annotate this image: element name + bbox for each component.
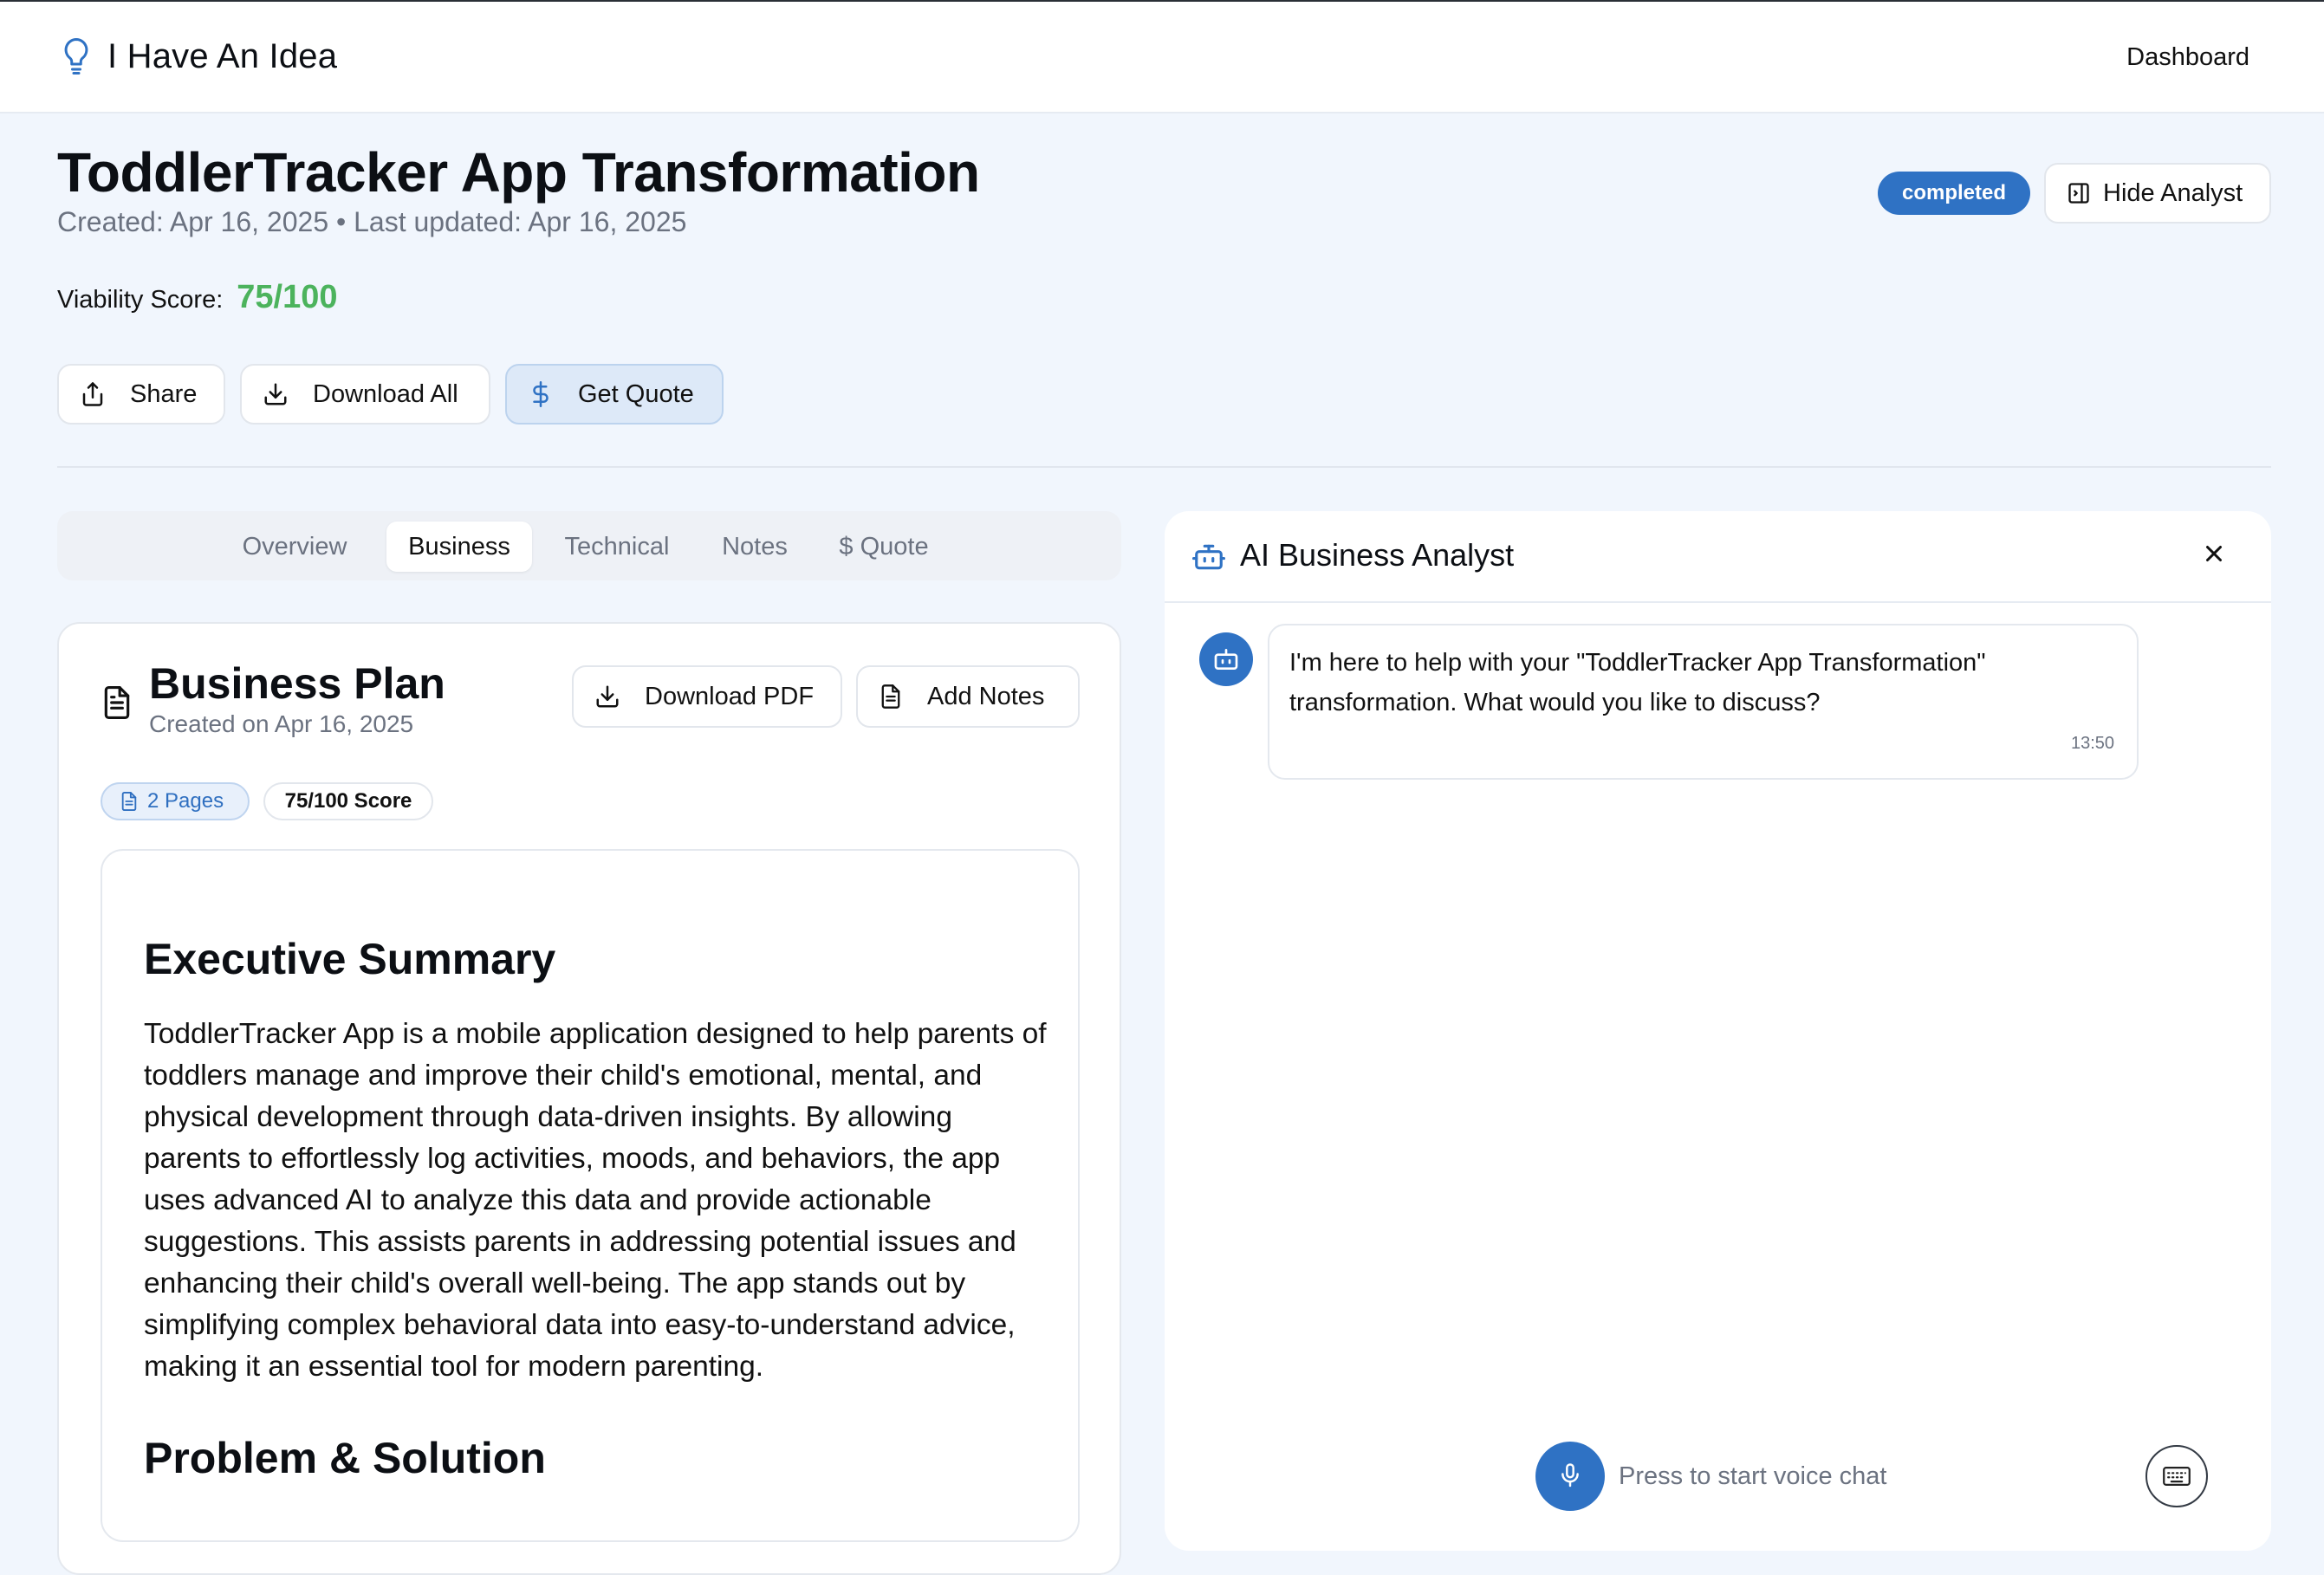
chat-title: AI Business Analyst [1240,537,1515,573]
download-all-button[interactable]: Download All [240,364,490,425]
file-text-icon [879,684,903,710]
chat-header-divider [1165,601,2271,603]
tab-quote[interactable]: $ Quote [823,522,945,572]
app-logo[interactable]: I Have An Idea [61,36,337,76]
share-label: Share [130,379,198,408]
get-quote-button[interactable]: Get Quote [505,364,724,425]
get-quote-label: Get Quote [578,379,694,408]
executive-summary-text: ToddlerTracker App is a mobile applicati… [144,1018,1047,1383]
page-title: ToddlerTracker App Transformation [57,141,980,204]
tab-notes[interactable]: Notes [707,522,802,572]
document-created: Created on Apr 16, 2025 [149,710,414,737]
top-nav-bar: I Have An Idea Dashboard [0,0,2324,113]
voice-chat-hint: Press to start voice chat [1619,1462,1887,1490]
tab-technical[interactable]: Technical [548,522,686,572]
status-badge: completed [1878,172,2030,215]
avatar [1199,632,1253,686]
tab-bar: Overview Business Technical Notes $ Quot… [57,511,1121,580]
mic-icon [1557,1462,1583,1490]
bot-icon [1212,645,1240,673]
panel-icon [2067,181,2091,205]
nav-dashboard-link[interactable]: Dashboard [2126,43,2249,72]
share-button[interactable]: Share [57,364,225,425]
pages-badge-label: 2 Pages [147,789,224,813]
keyboard-icon [2163,1466,2191,1487]
download-icon [594,684,620,710]
keyboard-toggle-button[interactable] [2145,1445,2208,1507]
app-name: I Have An Idea [107,36,338,75]
hide-analyst-label: Hide Analyst [2103,178,2243,207]
file-text-icon [120,791,139,812]
viability-label: Viability Score: [57,286,224,314]
download-pdf-button[interactable]: Download PDF [572,665,842,728]
pages-badge: 2 Pages [101,782,250,820]
section-heading-executive-summary: Executive Summary [144,935,556,983]
add-notes-button[interactable]: Add Notes [856,665,1080,728]
voice-chat-button[interactable] [1535,1442,1605,1511]
download-pdf-label: Download PDF [645,682,815,710]
dollar-icon [528,381,554,407]
section-divider [57,466,2271,468]
section-heading-problem-solution: Problem & Solution [144,1434,546,1482]
document-title: Business Plan [149,659,445,708]
bot-icon [1192,541,1225,574]
close-icon[interactable] [2201,541,2227,567]
project-meta: Created: Apr 16, 2025 • Last updated: Ap… [57,206,687,237]
score-badge: 75/100 Score [263,782,433,820]
chat-message-time: 13:50 [2071,734,2115,753]
share-icon [80,381,106,407]
file-text-icon [101,684,133,721]
download-all-label: Download All [313,379,458,408]
lightbulb-icon [61,36,92,76]
hide-analyst-button[interactable]: Hide Analyst [2044,163,2271,224]
tab-business[interactable]: Business [386,522,532,572]
add-notes-label: Add Notes [927,682,1045,710]
chat-message-text: I'm here to help with your "ToddlerTrack… [1289,649,1986,716]
viability-score: Viability Score: 75/100 [57,279,338,316]
viability-value: 75/100 [237,279,338,315]
download-icon [263,381,289,407]
tab-overview[interactable]: Overview [230,522,359,572]
